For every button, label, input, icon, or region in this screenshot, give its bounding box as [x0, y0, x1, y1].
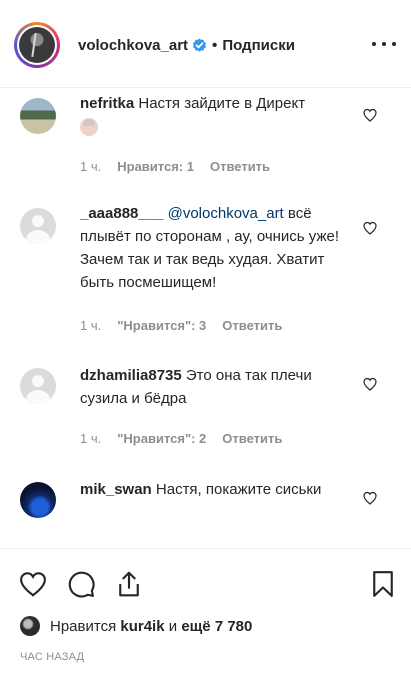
comment-time: 1 ч.: [80, 159, 102, 174]
likes-conj: и: [168, 617, 178, 635]
likes-summary[interactable]: Нравится kur4ik и ещё 7 780: [20, 615, 252, 637]
comment-likes[interactable]: "Нравится": 3: [117, 318, 206, 333]
comment-username[interactable]: mik_swan: [80, 481, 152, 498]
post-actions: Нравится kur4ik и ещё 7 780 ЧАС НАЗАД: [0, 548, 411, 686]
comment-like-heart-icon[interactable]: [362, 490, 378, 506]
mention-link[interactable]: @volochkova_art: [168, 205, 284, 222]
comment-meta: 1 ч. Нравится: 1 Ответить: [80, 159, 270, 174]
more-options-icon[interactable]: [372, 36, 396, 52]
following-button[interactable]: Подписки: [222, 37, 295, 54]
comment-content: Настя, покажите сиськи: [155, 481, 322, 498]
comment-likes[interactable]: "Нравится": 2: [117, 431, 206, 446]
likes-count[interactable]: ещё 7 780: [181, 618, 252, 635]
heart-icon[interactable]: [18, 569, 48, 599]
bookmark-icon[interactable]: [368, 569, 398, 599]
separator-dot: •: [212, 36, 218, 54]
comment-text: nefritka Настя зайдите в Директ: [80, 92, 350, 140]
likes-prefix: Нравится: [50, 617, 117, 635]
comment-avatar[interactable]: [20, 368, 56, 404]
reply-button[interactable]: Ответить: [222, 431, 282, 446]
comment-avatar[interactable]: [20, 208, 56, 244]
comment-username[interactable]: _aaa888___: [80, 205, 163, 222]
comment-avatar[interactable]: [20, 98, 56, 134]
post-timestamp: ЧАС НАЗАД: [20, 651, 85, 663]
comment-text: dzhamilia8735 Это она так плечи сузила и…: [80, 364, 320, 410]
comment-like-heart-icon[interactable]: [362, 220, 378, 236]
post-header: volochkova_art • Подписки: [0, 0, 411, 88]
comment-icon[interactable]: [66, 569, 96, 599]
comment-meta: 1 ч. "Нравится": 3 Ответить: [80, 318, 282, 333]
comment-text: mik_swan Настя, покажите сиськи: [80, 478, 330, 501]
comments-list: nefritka Настя зайдите в Директ 1 ч. Нра…: [0, 88, 411, 548]
elderly-person-emoji-icon: [80, 118, 98, 136]
author-avatar[interactable]: [14, 22, 60, 68]
reply-button[interactable]: Ответить: [210, 159, 270, 174]
verified-badge-icon: [192, 37, 207, 52]
comment-text: _aaa888___ @volochkova_art всё плывёт по…: [80, 202, 350, 294]
author-line: volochkova_art • Подписки: [78, 34, 295, 56]
author-username[interactable]: volochkova_art: [78, 37, 188, 54]
comment-username[interactable]: dzhamilia8735: [80, 367, 182, 384]
comment-username[interactable]: nefritka: [80, 95, 134, 112]
comment-like-heart-icon[interactable]: [362, 376, 378, 392]
comment-avatar[interactable]: [20, 482, 56, 518]
reply-button[interactable]: Ответить: [222, 318, 282, 333]
comment-time: 1 ч.: [80, 318, 102, 333]
comment-like-heart-icon[interactable]: [362, 107, 378, 123]
share-icon[interactable]: [114, 569, 144, 599]
comment-meta: 1 ч. "Нравится": 2 Ответить: [80, 431, 282, 446]
comment-time: 1 ч.: [80, 431, 102, 446]
comment-likes[interactable]: Нравится: 1: [117, 159, 194, 174]
liker-username[interactable]: kur4ik: [120, 618, 164, 635]
liker-avatar: [20, 616, 40, 636]
comment-content: Настя зайдите в Директ: [138, 95, 306, 112]
